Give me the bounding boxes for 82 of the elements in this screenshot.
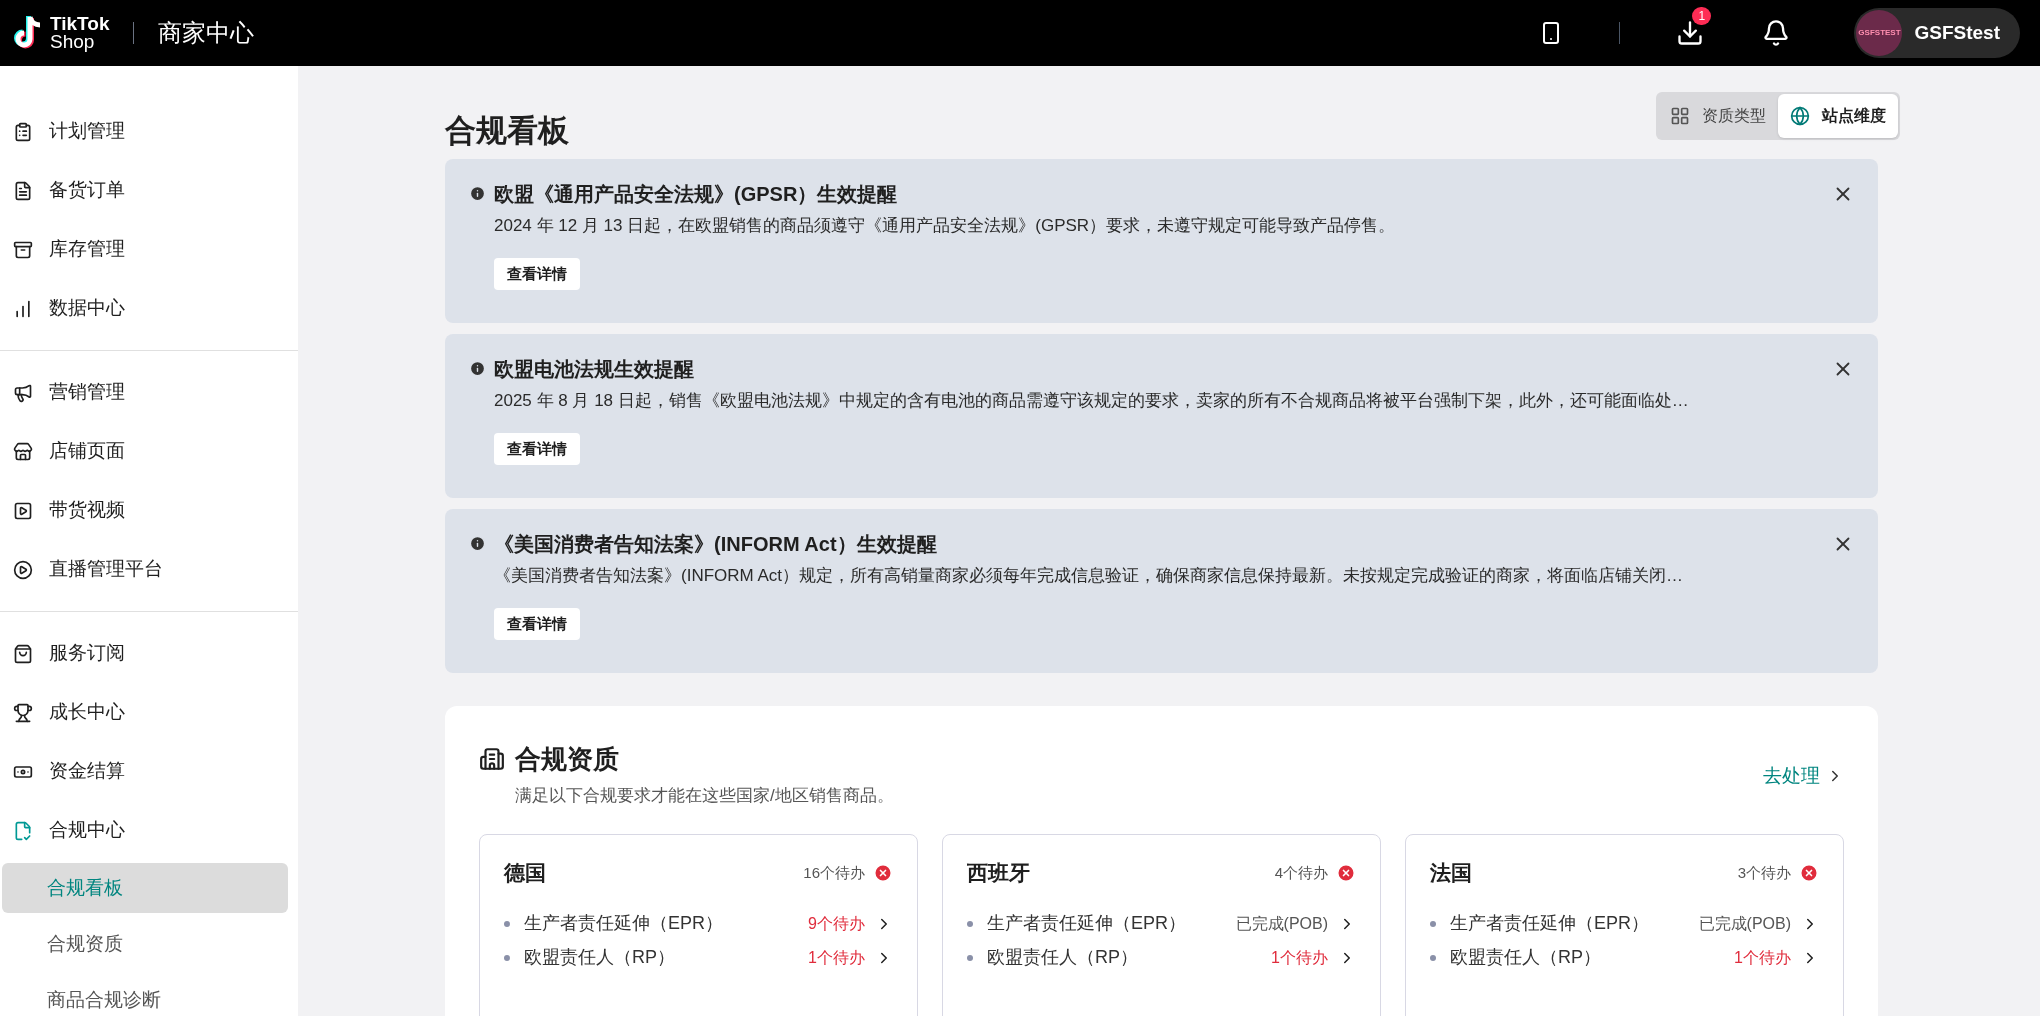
box-icon	[13, 239, 33, 260]
document-icon	[13, 180, 33, 201]
notice-title: 《美国消费者告知法案》(INFORM Act）生效提醒	[494, 531, 937, 557]
notice-title: 欧盟电池法规生效提醒	[494, 356, 694, 382]
requirement-status: 9个待办	[808, 913, 865, 934]
user-menu[interactable]: GSFSTEST GSFStest	[1854, 8, 2020, 58]
requirement-status: 1个待办	[808, 947, 865, 968]
page-title: 合规看板	[445, 112, 569, 150]
video-icon	[13, 500, 33, 521]
sidebar-item[interactable]: 合规中心	[0, 801, 298, 860]
clipboard-icon	[13, 121, 33, 142]
sidebar-item[interactable]: 备货订单	[0, 161, 298, 220]
notice-text: 2025 年 8 月 18 日起，销售《欧盟电池法规》中规定的含有电池的商品需遵守该规定的要求，卖家的所有不合规商品将被平台强制下架，此外，还可能面临处…	[494, 389, 1690, 412]
app-title: 商家中心	[158, 18, 255, 48]
pending-count: 3个待办	[1737, 862, 1791, 883]
requirement-status: 1个待办	[1734, 947, 1791, 968]
logo-text: TikTok	[50, 15, 110, 33]
notice-text: 2024 年 12 月 13 日起，在欧盟销售的商品须遵守《通用产品安全法规》(GPSR）要求，未遵守规定可能导致产品停售。	[494, 214, 1397, 237]
trophy-icon	[13, 702, 33, 723]
sidebar-item[interactable]: 资金结算	[0, 742, 298, 801]
document-check-icon	[13, 820, 33, 841]
section-subtitle: 满足以下合规要求才能在这些国家/地区销售商品。	[515, 784, 894, 807]
bar-chart-icon	[13, 298, 33, 319]
requirement-label: 欧盟责任人（RP）	[987, 946, 1138, 969]
sidebar-item[interactable]: 店铺页面	[0, 422, 298, 481]
details-button[interactable]: 查看详情	[494, 608, 580, 640]
globe-icon	[1790, 106, 1810, 126]
region-name: 德国	[504, 860, 546, 886]
pending-count: 16个待办	[803, 862, 865, 883]
region-name: 西班牙	[967, 860, 1030, 886]
section-title: 合规资质	[515, 742, 619, 776]
sidebar-item[interactable]: 服务订阅	[0, 624, 298, 683]
requirement-row[interactable]: 欧盟责任人（RP） 1个待办	[504, 940, 893, 975]
notice-text: 《美国消费者告知法案》(INFORM Act）规定，所有高销量商家必须每年完成信息验证，确保商家信息保持最新。未按规定完成验证的商家，将面临店铺关闭…	[494, 564, 1685, 587]
sidebar-item[interactable]: 带货视频	[0, 481, 298, 540]
requirement-label: 生产者责任延伸（EPR）	[524, 912, 723, 935]
view-tab[interactable]: 站点维度	[1778, 94, 1898, 138]
requirement-row[interactable]: 生产者责任延伸（EPR） 9个待办	[504, 906, 893, 941]
grid-icon	[1670, 106, 1690, 126]
region-name: 法国	[1430, 860, 1472, 886]
sidebar-item[interactable]: 成长中心	[0, 683, 298, 742]
logo-subtext: Shop	[50, 33, 96, 51]
process-link[interactable]: 去处理	[1763, 761, 1844, 790]
sidebar-item[interactable]: 营销管理	[0, 363, 298, 422]
info-icon	[469, 360, 486, 377]
requirement-label: 生产者责任延伸（EPR）	[1450, 912, 1649, 935]
requirement-label: 欧盟责任人（RP）	[524, 946, 675, 969]
notification-badge: 1	[1692, 7, 1712, 25]
play-circle-icon	[13, 559, 33, 580]
requirement-status: 已完成(POB)	[1235, 913, 1328, 934]
requirement-status: 1个待办	[1271, 947, 1328, 968]
requirement-status: 已完成(POB)	[1698, 913, 1791, 934]
requirement-label: 生产者责任延伸（EPR）	[987, 912, 1186, 935]
sidebar-item[interactable]: 直播管理平台	[0, 540, 298, 599]
bell-icon[interactable]	[1762, 19, 1791, 47]
shopping-bag-icon	[13, 643, 33, 664]
details-button[interactable]: 查看详情	[494, 433, 580, 465]
requirement-row[interactable]: 生产者责任延伸（EPR） 已完成(POB)	[1430, 906, 1819, 941]
view-tab[interactable]: 资质类型	[1658, 94, 1778, 138]
megaphone-icon	[13, 382, 33, 403]
pending-count: 4个待办	[1274, 862, 1328, 883]
info-icon	[469, 535, 486, 552]
info-icon	[469, 185, 486, 202]
details-button[interactable]: 查看详情	[494, 258, 580, 290]
download-icon[interactable]	[1676, 19, 1705, 47]
sidebar-item[interactable]: 计划管理	[0, 102, 298, 161]
requirement-row[interactable]: 生产者责任延伸（EPR） 已完成(POB)	[967, 906, 1356, 941]
requirement-label: 欧盟责任人（RP）	[1450, 946, 1601, 969]
sidebar-item[interactable]: 库存管理	[0, 220, 298, 279]
error-icon	[1799, 862, 1819, 883]
sidebar-item[interactable]: 数据中心	[0, 279, 298, 338]
avatar: GSFSTEST	[1856, 10, 1903, 56]
requirement-row[interactable]: 欧盟责任人（RP） 1个待办	[1430, 940, 1819, 975]
store-icon	[13, 441, 33, 462]
building-icon	[479, 746, 505, 772]
error-icon	[873, 862, 893, 883]
sidebar-subitem[interactable]: 合规资质	[2, 919, 288, 969]
user-name: GSFStest	[1914, 20, 2000, 45]
notice-title: 欧盟《通用产品安全法规》(GPSR）生效提醒	[494, 181, 898, 207]
sidebar-subitem[interactable]: 商品合规诊断	[2, 975, 288, 1016]
requirement-row[interactable]: 欧盟责任人（RP） 1个待办	[967, 940, 1356, 975]
error-icon	[1336, 862, 1356, 883]
